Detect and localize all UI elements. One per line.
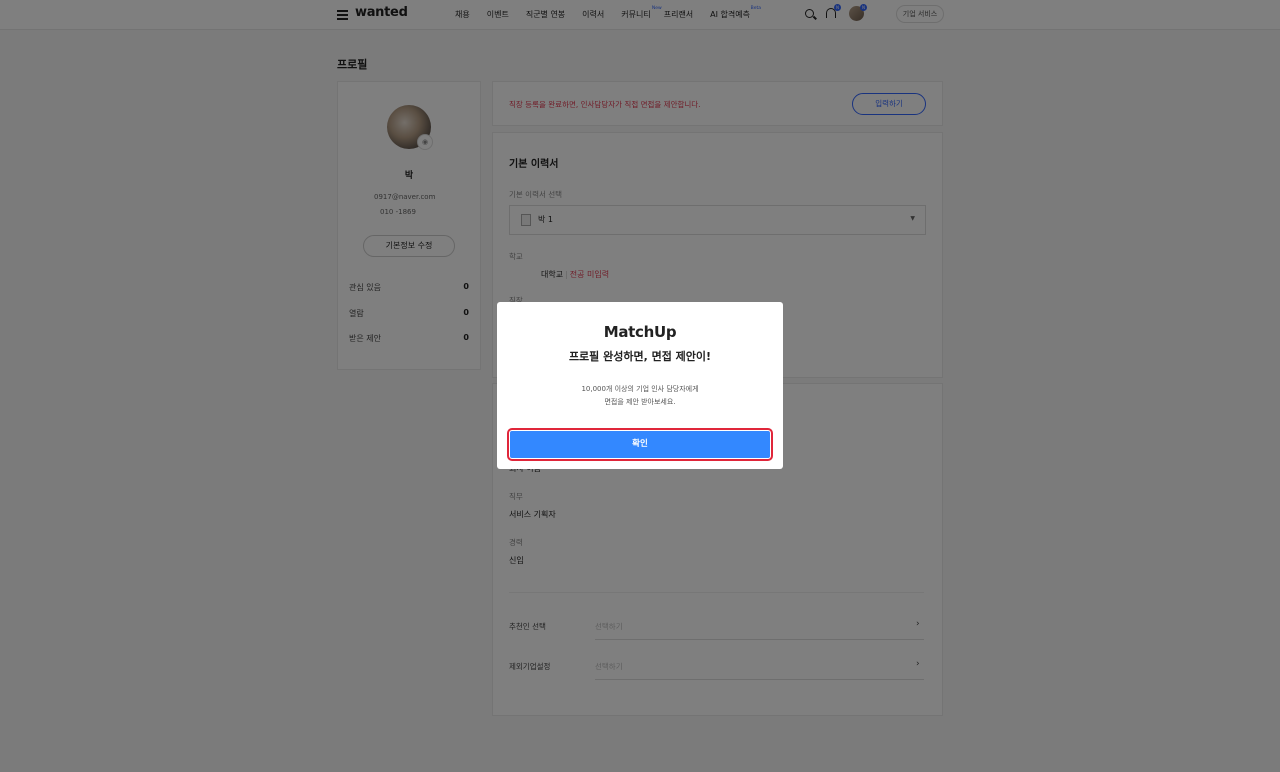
modal-title: 프로필 완성하면, 면접 제안이! <box>568 350 712 363</box>
modal-description: 10,000개 이상의 기업 인사 담당자에게 면접을 제안 받아보세요. <box>581 385 699 406</box>
matchup-modal: MatchUp 프로필 완성하면, 면접 제안이! 10,000개 이상의 기업… <box>497 302 783 469</box>
confirm-button[interactable]: 확인 <box>507 428 773 461</box>
modal-brand: MatchUp <box>603 323 677 341</box>
